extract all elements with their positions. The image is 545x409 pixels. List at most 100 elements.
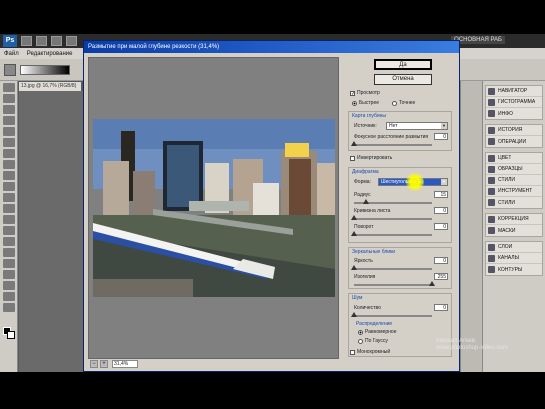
panel-actions[interactable]: ОПЕРАЦИИ — [486, 136, 542, 147]
mode-fast-radio[interactable]: Быстрее — [352, 100, 379, 106]
zoom-tool-icon[interactable] — [2, 303, 15, 312]
panel-dock: НАВИГАТОР ГИСТОГРАММА ИНФО ИСТОРИЯ ОПЕРА… — [482, 81, 545, 372]
dist-uniform-label: Равномерное — [365, 329, 397, 335]
panel-styles[interactable]: СТИЛИ — [486, 197, 542, 208]
invert-checkbox-box[interactable] — [350, 155, 355, 161]
eyedropper-tool-icon[interactable] — [2, 138, 15, 147]
slider-thumb[interactable] — [363, 199, 369, 204]
threshold-slider[interactable] — [354, 281, 435, 286]
history-brush-tool-icon[interactable] — [2, 182, 15, 191]
brightness-slider[interactable] — [351, 265, 432, 270]
source-label: Источник: — [354, 123, 377, 129]
hand-tool-icon[interactable] — [66, 36, 77, 46]
zoom-out-button[interactable]: − — [90, 360, 98, 368]
zoom-controls: − + 31,4% — [88, 359, 339, 369]
panel-group-history: ИСТОРИЯ ОПЕРАЦИИ — [485, 124, 543, 148]
bridge-icon[interactable] — [21, 36, 32, 46]
amount-field[interactable]: 0 — [434, 304, 448, 311]
mini-bridge-icon[interactable] — [36, 36, 47, 46]
rotation-slider[interactable] — [351, 231, 432, 236]
dist-gaussian-radio-dot[interactable] — [358, 338, 363, 344]
dist-gaussian-radio[interactable]: По Гауссу — [358, 338, 388, 344]
curvature-field[interactable]: 0 — [434, 207, 448, 214]
background-color-swatch[interactable] — [7, 331, 15, 339]
lasso-tool-icon[interactable] — [2, 105, 15, 114]
panel-brushes[interactable]: СТИЛИ — [486, 175, 542, 186]
brush-tool-icon[interactable] — [2, 160, 15, 169]
preview-photo — [93, 119, 335, 297]
clone-stamp-tool-icon[interactable] — [2, 171, 15, 180]
panel-navigator[interactable]: НАВИГАТОР — [486, 86, 542, 97]
preview-checkbox[interactable]: Просмотр — [350, 90, 380, 96]
source-select[interactable]: Нет ▼ — [386, 122, 448, 130]
slider-thumb[interactable] — [351, 231, 357, 236]
slider-thumb[interactable] — [429, 281, 435, 286]
panel-color[interactable]: ЦВЕТ — [486, 153, 542, 164]
gradient-tool-icon[interactable] — [2, 204, 15, 213]
panel-layers[interactable]: СЛОИ — [486, 242, 542, 253]
shape-tool-icon[interactable] — [2, 270, 15, 279]
mode-fast-radio-dot[interactable] — [352, 100, 357, 106]
ok-button[interactable]: Да — [374, 59, 432, 70]
mode-fast-label: Быстрее — [359, 100, 380, 106]
radius-field[interactable]: 15 — [434, 191, 448, 198]
path-select-tool-icon[interactable] — [2, 259, 15, 268]
letterbox-top — [0, 0, 545, 34]
zoom-in-button[interactable]: + — [100, 360, 108, 368]
quick-select-tool-icon[interactable] — [2, 116, 15, 125]
gradient-picker[interactable] — [20, 65, 70, 75]
chevron-down-icon: ▼ — [441, 123, 447, 129]
move-tool-icon[interactable] — [2, 83, 15, 92]
crop-tool-icon[interactable] — [2, 127, 15, 136]
panel-masks[interactable]: МАСКИ — [486, 225, 542, 236]
tool-preset-icon[interactable] — [4, 64, 16, 76]
threshold-field[interactable]: 255 — [434, 273, 448, 280]
monochrome-checkbox-box[interactable] — [350, 349, 355, 355]
preview-checkbox-box[interactable] — [350, 90, 355, 96]
dodge-tool-icon[interactable] — [2, 226, 15, 235]
rotation-field[interactable]: 0 — [434, 223, 448, 230]
panel-histogram[interactable]: ГИСТОГРАММА — [486, 97, 542, 108]
panel-tool-presets[interactable]: ИНСТРУМЕНТ — [486, 186, 542, 197]
cancel-button[interactable]: Отмена — [374, 74, 432, 85]
menu-edit[interactable]: Редактирование — [27, 51, 73, 57]
blur-focus-slider[interactable] — [351, 141, 432, 146]
eraser-tool-icon[interactable] — [2, 193, 15, 202]
panel-history[interactable]: ИСТОРИЯ — [486, 125, 542, 136]
blur-focus-field[interactable]: 0 — [434, 133, 448, 140]
zoom-value[interactable]: 31,4% — [112, 360, 138, 368]
zoom-level-icon[interactable] — [51, 36, 62, 46]
panel-channels[interactable]: КАНАЛЫ — [486, 253, 542, 264]
hand-tool-icon[interactable] — [2, 292, 15, 301]
brightness-field[interactable]: 0 — [434, 257, 448, 264]
menu-file[interactable]: Файл — [4, 51, 19, 57]
panel-adjustments[interactable]: КОРРЕКЦИЯ — [486, 214, 542, 225]
styles-icon — [488, 199, 495, 206]
blur-preview[interactable] — [88, 57, 339, 359]
panel-paths[interactable]: КОНТУРЫ — [486, 264, 542, 275]
dist-uniform-radio-dot[interactable] — [358, 329, 363, 335]
blur-tool-icon[interactable] — [2, 215, 15, 224]
3d-tool-icon[interactable] — [2, 281, 15, 290]
slider-thumb[interactable] — [351, 265, 357, 270]
healing-tool-icon[interactable] — [2, 149, 15, 158]
marquee-tool-icon[interactable] — [2, 94, 15, 103]
invert-label: Инвертировать — [357, 155, 393, 161]
dist-uniform-radio[interactable]: Равномерное — [358, 329, 396, 335]
monochrome-checkbox[interactable]: Монохромный — [350, 349, 390, 355]
pen-tool-icon[interactable] — [2, 237, 15, 246]
curvature-label: Кривизна листа — [354, 208, 391, 214]
amount-slider[interactable] — [351, 312, 432, 317]
type-tool-icon[interactable] — [2, 248, 15, 257]
invert-checkbox[interactable]: Инвертировать — [350, 155, 392, 161]
slider-thumb[interactable] — [351, 215, 357, 220]
document-tab[interactable]: 13.jpg @ 16,7% (RGB/8) — [19, 82, 81, 91]
panel-swatches[interactable]: ОБРАЗЦЫ — [486, 164, 542, 175]
curvature-slider[interactable] — [351, 215, 432, 220]
mode-accurate-radio[interactable]: Точнее — [392, 100, 415, 106]
slider-thumb[interactable] — [351, 141, 357, 146]
slider-thumb[interactable] — [351, 312, 357, 317]
radius-slider[interactable] — [354, 199, 432, 204]
panel-info[interactable]: ИНФО — [486, 108, 542, 119]
mode-accurate-radio-dot[interactable] — [392, 100, 397, 106]
